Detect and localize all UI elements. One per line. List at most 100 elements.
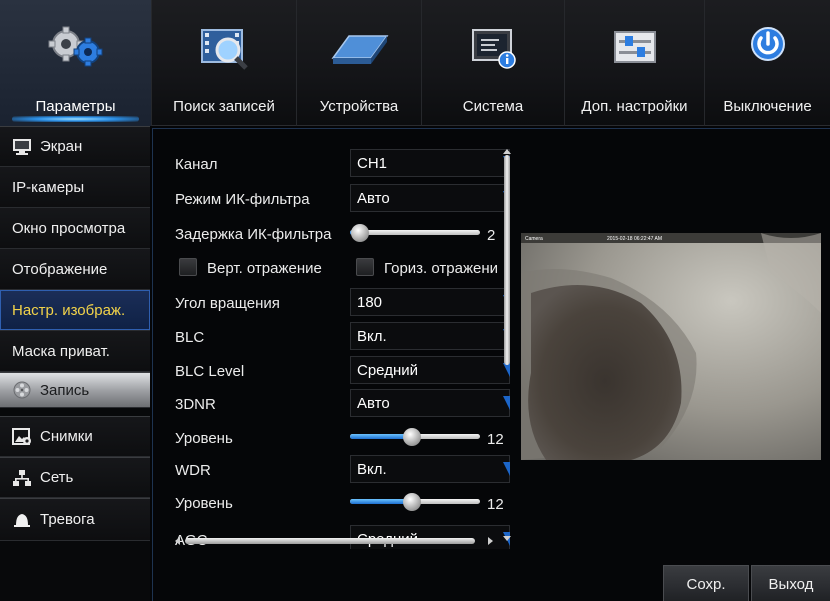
- image-settings-page: Канал CH1 Режим ИК-фильтра Авто Задержка…: [152, 128, 830, 601]
- 3dnr-row: 3DNR Авто: [175, 389, 513, 419]
- blc-row: BLC Вкл.: [175, 322, 513, 352]
- sidebar-item-label: Снимки: [40, 428, 93, 445]
- sidebar-item-ip-cameras[interactable]: IP-камеры: [0, 167, 150, 208]
- tab-record-search[interactable]: Поиск записей: [152, 0, 297, 126]
- ir-mode-label: Режим ИК-фильтра: [175, 191, 310, 208]
- vertical-scrollbar[interactable]: [503, 149, 511, 541]
- wdr-level-label: Уровень: [175, 495, 233, 512]
- ir-delay-row: Задержка ИК-фильтра 2: [175, 219, 513, 249]
- rotation-row: Угол вращения 180: [175, 288, 513, 318]
- channel-select[interactable]: CH1: [350, 149, 510, 177]
- sliders-icon: [565, 24, 704, 72]
- tab-parameters[interactable]: Параметры: [0, 0, 152, 126]
- blc-level-label: BLC Level: [175, 363, 245, 380]
- wdr-value: Вкл.: [357, 461, 387, 478]
- scroll-right-arrow-icon[interactable]: [488, 537, 493, 545]
- monitor-icon: [12, 138, 32, 156]
- 3dnr-level-row: Уровень 12: [175, 423, 513, 453]
- film-search-icon: [152, 24, 296, 72]
- hdd-icon: [297, 24, 421, 72]
- vertical-scroll-thumb[interactable]: [504, 155, 510, 365]
- preview-image: [521, 233, 821, 460]
- active-tab-indicator: [12, 116, 139, 122]
- save-button[interactable]: Сохр.: [663, 565, 749, 601]
- sidebar-item-network[interactable]: Сеть: [0, 457, 150, 498]
- sidebar-item-image-settings[interactable]: Настр. изображ.: [0, 290, 150, 331]
- alarm-icon: [12, 511, 32, 529]
- channel-row: Канал CH1: [175, 149, 513, 179]
- wdr-level-slider[interactable]: [350, 493, 480, 511]
- sidebar-item-label: Запись: [40, 381, 90, 399]
- blc-level-value: Средний: [357, 362, 418, 379]
- tab-devices[interactable]: Устройства: [297, 0, 422, 126]
- top-menu-bar: Параметры Поиск записей Устройства Систе…: [0, 0, 830, 126]
- flip-row: Верт. отражение Гориз. отражени: [175, 254, 513, 284]
- sidebar-item-alarm[interactable]: Тревога: [0, 498, 150, 541]
- scroll-left-arrow-icon[interactable]: [175, 537, 180, 545]
- blc-select[interactable]: Вкл.: [350, 322, 510, 350]
- sidebar-item-label: IP-камеры: [12, 178, 85, 196]
- sidebar-item-display[interactable]: Отображение: [0, 249, 150, 290]
- channel-label: Канал: [175, 156, 218, 173]
- tab-label: Устройства: [319, 98, 399, 115]
- wdr-row: WDR Вкл.: [175, 455, 513, 485]
- system-info-icon: [422, 24, 564, 72]
- sidebar-item-label: Маска приват.: [12, 342, 110, 360]
- sidebar-item-privacy-mask[interactable]: Маска приват.: [0, 331, 150, 372]
- wdr-select[interactable]: Вкл.: [350, 455, 510, 483]
- horizontal-scroll-thumb[interactable]: [185, 538, 475, 544]
- horizontal-scrollbar[interactable]: [175, 537, 493, 545]
- flip-horizontal-checkbox[interactable]: [356, 258, 374, 276]
- gears-icon: [0, 24, 151, 72]
- tab-label: Доп. настройки: [581, 98, 688, 115]
- sidebar-item-label: Тревога: [40, 511, 95, 528]
- osd-timestamp: 2015-02-18 06:22:47 AM: [607, 236, 663, 242]
- 3dnr-label: 3DNR: [175, 396, 216, 413]
- tab-label: Система: [462, 98, 524, 115]
- tab-shutdown[interactable]: Выключение: [705, 0, 830, 126]
- rotation-select[interactable]: 180: [350, 288, 510, 316]
- slider-knob[interactable]: [403, 493, 422, 511]
- sidebar-item-record[interactable]: Запись: [0, 372, 150, 408]
- sidebar-item-label: Сеть: [40, 469, 74, 486]
- 3dnr-select[interactable]: Авто: [350, 389, 510, 417]
- power-icon: [705, 24, 830, 72]
- ir-mode-value: Авто: [357, 190, 390, 207]
- snapshot-icon: [12, 427, 32, 446]
- ir-mode-select[interactable]: Авто: [350, 184, 510, 212]
- ir-delay-slider[interactable]: [350, 224, 480, 242]
- slider-track: [350, 230, 480, 235]
- slider-knob[interactable]: [351, 224, 370, 242]
- sidebar-item-screen[interactable]: Экран: [0, 126, 150, 167]
- camera-preview: Camera 2015-02-18 06:22:47 AM: [521, 233, 821, 460]
- film-reel-icon: [12, 381, 32, 399]
- blc-label: BLC: [175, 329, 205, 346]
- slider-knob[interactable]: [403, 428, 422, 446]
- exit-button[interactable]: Выход: [751, 565, 830, 601]
- tab-label: Параметры: [35, 98, 116, 115]
- 3dnr-level-label: Уровень: [175, 430, 233, 447]
- flip-vertical-label: Верт. отражение: [207, 260, 322, 277]
- sidebar-item-label: Окно просмотра: [12, 219, 126, 237]
- blc-level-row: BLC Level Средний: [175, 356, 513, 386]
- sidebar-item-live-view[interactable]: Окно просмотра: [0, 208, 150, 249]
- wdr-label: WDR: [175, 462, 211, 479]
- tab-label: Выключение: [723, 98, 812, 115]
- 3dnr-value: Авто: [357, 395, 390, 412]
- ir-delay-label: Задержка ИК-фильтра: [175, 226, 332, 243]
- scroll-up-arrow-icon[interactable]: [503, 149, 511, 154]
- tab-advanced[interactable]: Доп. настройки: [565, 0, 705, 126]
- rotation-value: 180: [357, 294, 383, 311]
- network-icon: [12, 469, 32, 487]
- scroll-down-arrow-icon[interactable]: [503, 536, 511, 541]
- ir-delay-value: 2: [487, 227, 496, 244]
- sidebar-item-label: Настр. изображ.: [12, 301, 126, 319]
- tab-system[interactable]: Система: [422, 0, 565, 126]
- 3dnr-level-slider[interactable]: [350, 428, 480, 446]
- wdr-level-value: 12: [487, 496, 504, 513]
- blc-level-select[interactable]: Средний: [350, 356, 510, 384]
- flip-horizontal-label: Гориз. отражени: [384, 260, 499, 277]
- flip-vertical-checkbox[interactable]: [179, 258, 197, 276]
- rotation-label: Угол вращения: [175, 295, 280, 312]
- sidebar-item-snapshots[interactable]: Снимки: [0, 416, 150, 457]
